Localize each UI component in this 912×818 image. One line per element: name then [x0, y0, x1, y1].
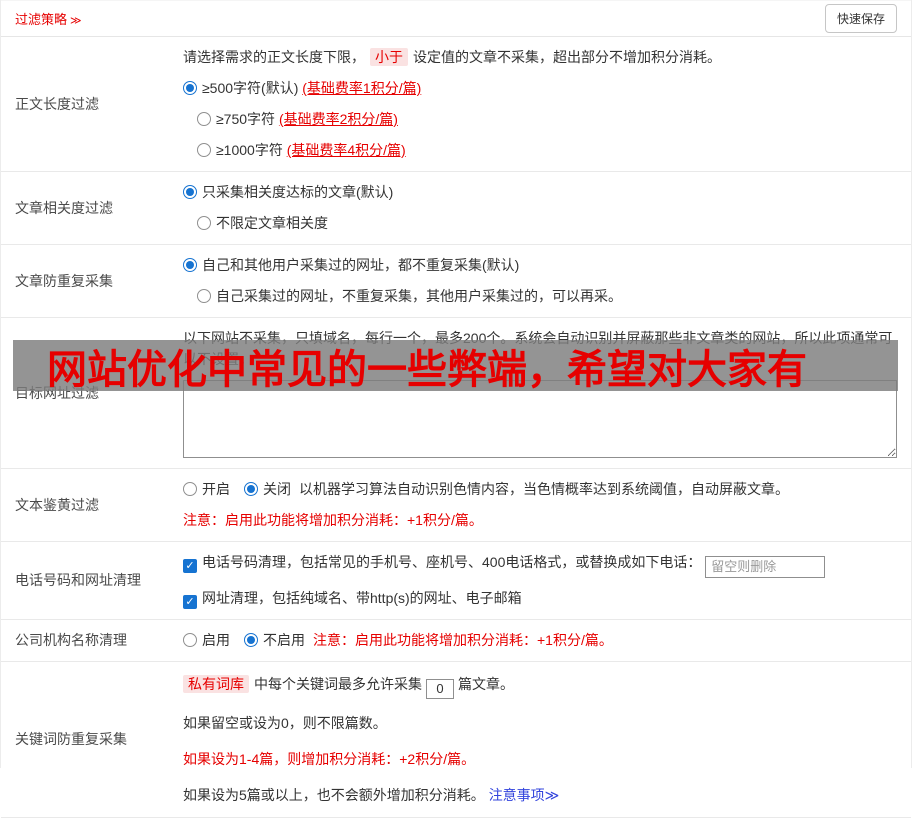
radio-unchecked-icon[interactable] [183, 632, 197, 647]
option-label: ≥750字符 [216, 111, 276, 127]
porn-option-off[interactable]: 关闭 [244, 481, 291, 497]
row-content: 私有词库中每个关键词最多允许采集 篇文章。 如果留空或设为0，则不限篇数。 如果设… [183, 672, 897, 807]
note-text: 如果设为5篇或以上，也不会额外增加积分消耗。 [183, 786, 485, 803]
row-label: 文章防重复采集 [15, 273, 113, 289]
url-cleanup-checkbox[interactable]: 网址清理，包括纯域名、带http(s)的网址、电子邮箱 [183, 588, 897, 609]
row-porn-filter: 文本鉴黄过滤 开启 关闭 以机器学习算法自动识别色情内容，当色情概率达到系统阈值，自… [1, 469, 911, 542]
radio-unchecked-icon[interactable] [197, 289, 211, 303]
limit-text-end: 篇文章。 [458, 675, 514, 692]
radio-checked-icon[interactable] [244, 632, 258, 647]
option-label: 自己采集过的网址，不重复采集，其他用户采集过的，可以再采。 [216, 288, 622, 304]
row-relevance-filter: 文章相关度过滤 只采集相关度达标的文章(默认) 不限定文章相关度 [1, 172, 911, 245]
company-option-enable[interactable]: 启用 [183, 632, 230, 648]
option-fee-note: (基础费率4积分/篇) [286, 142, 406, 158]
chevron-double-icon: ≫ [70, 15, 82, 27]
row-label: 文章相关度过滤 [15, 200, 113, 216]
option-label: 开启 [202, 481, 230, 497]
checkbox-checked-icon[interactable] [183, 594, 197, 609]
row-company-cleanup: 公司机构名称清理 启用 不启用 注意：启用此功能将增加积分消耗：+1积分/篇。 [1, 620, 911, 662]
page-title[interactable]: 过滤策略 ≫ [15, 9, 82, 28]
topbar: 过滤策略 ≫ 快速保存 [1, 0, 911, 37]
option-label: 启用 [202, 631, 230, 648]
body-length-intro: 请选择需求的正文长度下限， 小于 设定值的文章不采集，超出部分不增加积分消耗。 [183, 47, 897, 68]
option-fee-note: (基础费率2积分/篇) [278, 111, 398, 127]
replacement-phone-input[interactable] [705, 555, 826, 578]
row-keyword-dedup: 关键词防重复采集 私有词库中每个关键词最多允许采集 篇文章。 如果留空或设为0，则… [1, 662, 911, 818]
notice-link[interactable]: 注意事项≫ [489, 787, 560, 803]
porn-cost-note: 注意：启用此功能将增加积分消耗：+1积分/篇。 [183, 512, 483, 528]
keyword-note-five: 如果设为5篇或以上，也不会额外增加积分消耗。 注意事项≫ [183, 783, 897, 807]
option-label: ≥500字符(默认) [202, 80, 299, 96]
radio-checked-icon[interactable] [183, 258, 197, 272]
radio-checked-icon[interactable] [183, 81, 197, 95]
intro-pre: 请选择需求的正文长度下限， [183, 49, 365, 65]
body-length-option-1000[interactable]: ≥1000字符 (基础费率4积分/篇) [197, 140, 897, 161]
row-content: 自己和其他用户采集过的网址，都不重复采集(默认) 自己采集过的网址，不重复采集，… [183, 255, 897, 307]
row-content: 电话号码清理，包括常见的手机号、座机号、400电话格式，或替换成如下电话： 网址… [183, 552, 897, 609]
company-option-disable[interactable]: 不启用 [244, 632, 305, 648]
relevance-option-strict[interactable]: 只采集相关度达标的文章(默认) [183, 182, 897, 203]
row-label: 正文长度过滤 [15, 96, 99, 112]
option-label: 只采集相关度达标的文章(默认) [202, 184, 394, 200]
body-length-option-750[interactable]: ≥750字符 (基础费率2积分/篇) [197, 109, 897, 130]
row-content: 启用 不启用 注意：启用此功能将增加积分消耗：+1积分/篇。 [183, 630, 897, 651]
keyword-limit-line: 私有词库中每个关键词最多允许采集 篇文章。 [183, 672, 897, 699]
private-thesaurus-link[interactable]: 私有词库 [183, 674, 249, 693]
less-than-highlight: 小于 [370, 48, 408, 66]
row-phone-url-cleanup: 电话号码和网址清理 电话号码清理，包括常见的手机号、座机号、400电话格式，或替… [1, 542, 911, 620]
row-label: 关键词防重复采集 [15, 731, 127, 747]
radio-unchecked-icon[interactable] [183, 482, 197, 496]
radio-unchecked-icon[interactable] [197, 216, 211, 230]
option-label: ≥1000字符 [216, 142, 283, 158]
radio-checked-icon[interactable] [244, 482, 258, 496]
option-label: 不限定文章相关度 [216, 215, 328, 231]
option-label: 自己和其他用户采集过的网址，都不重复采集(默认) [202, 257, 520, 273]
radio-checked-icon[interactable] [183, 185, 197, 199]
dedup-option-self[interactable]: 自己采集过的网址，不重复采集，其他用户采集过的，可以再采。 [197, 286, 897, 307]
keyword-note-zero: 如果留空或设为0，则不限篇数。 [183, 714, 387, 731]
page-title-text: 过滤策略 [15, 12, 68, 27]
intro-post: 设定值的文章不采集，超出部分不增加积分消耗。 [413, 49, 721, 65]
dedup-option-global[interactable]: 自己和其他用户采集过的网址，都不重复采集(默认) [183, 255, 897, 276]
option-label: 不启用 [263, 631, 305, 648]
keyword-limit-input[interactable] [426, 678, 454, 699]
watermark-banner: 网站优化中常见的一些弊端，希望对大家有 [13, 340, 898, 391]
checkbox-label: 电话号码清理，包括常见的手机号、座机号、400电话格式，或替换成如下电话： [202, 554, 702, 570]
limit-text-mid: 中每个关键词最多允许采集 [254, 675, 422, 692]
phone-cleanup-line: 电话号码清理，包括常见的手机号、座机号、400电话格式，或替换成如下电话： [183, 552, 897, 578]
row-dedup-filter: 文章防重复采集 自己和其他用户采集过的网址，都不重复采集(默认) 自己采集过的网… [1, 245, 911, 318]
row-label: 电话号码和网址清理 [15, 572, 141, 589]
porn-option-on[interactable]: 开启 [183, 481, 230, 497]
row-body-length-filter: 正文长度过滤 请选择需求的正文长度下限， 小于 设定值的文章不采集，超出部分不增加积… [1, 37, 911, 172]
row-content: 只采集相关度达标的文章(默认) 不限定文章相关度 [183, 182, 897, 234]
option-fee-note: (基础费率1积分/篇) [302, 80, 422, 96]
checkbox-checked-icon[interactable] [183, 559, 197, 573]
quick-save-button[interactable]: 快速保存 [824, 4, 897, 33]
row-content: 请选择需求的正文长度下限， 小于 设定值的文章不采集，超出部分不增加积分消耗。 ≥5… [183, 47, 897, 161]
keyword-note-cost: 如果设为1-4篇，则增加积分消耗：+2积分/篇。 [183, 750, 476, 767]
relevance-option-any[interactable]: 不限定文章相关度 [197, 213, 897, 234]
row-content: 开启 关闭 以机器学习算法自动识别色情内容，当色情概率达到系统阈值，自动屏蔽文章。 … [183, 479, 897, 531]
body-length-option-500[interactable]: ≥500字符(默认) (基础费率1积分/篇) [183, 78, 897, 99]
porn-description: 以机器学习算法自动识别色情内容，当色情概率达到系统阈值，自动屏蔽文章。 [299, 481, 789, 497]
porn-options-line: 开启 关闭 以机器学习算法自动识别色情内容，当色情概率达到系统阈值，自动屏蔽文章。 [183, 479, 897, 500]
radio-unchecked-icon[interactable] [197, 112, 211, 126]
company-options-line: 启用 不启用 注意：启用此功能将增加积分消耗：+1积分/篇。 [183, 630, 897, 651]
radio-unchecked-icon[interactable] [197, 143, 211, 157]
checkbox-label: 网址清理，包括纯域名、带http(s)的网址、电子邮箱 [202, 589, 522, 606]
row-label: 文本鉴黄过滤 [15, 497, 99, 513]
option-label: 关闭 [263, 481, 291, 497]
phone-cleanup-checkbox[interactable]: 电话号码清理，包括常见的手机号、座机号、400电话格式，或替换成如下电话： [183, 554, 702, 573]
blacklist-textarea[interactable] [183, 380, 897, 458]
watermark-text: 网站优化中常见的一些弊端，希望对大家有 [47, 347, 807, 392]
row-label: 公司机构名称清理 [15, 632, 127, 648]
company-cost-note: 注意：启用此功能将增加积分消耗：+1积分/篇。 [313, 631, 613, 648]
